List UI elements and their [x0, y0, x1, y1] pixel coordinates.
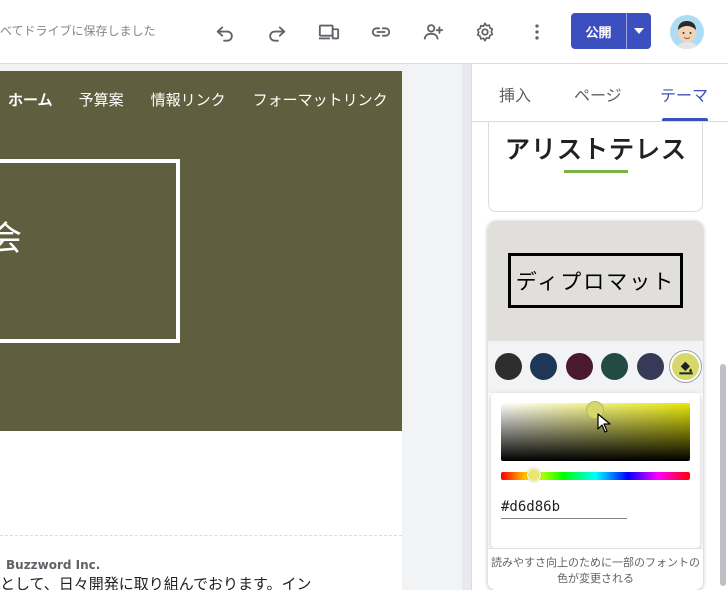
undo-button[interactable] — [209, 16, 241, 48]
hue-slider[interactable] — [501, 468, 690, 482]
site-title-frame[interactable] — [0, 159, 180, 343]
panel-tabs: 挿入 ページ テーマ — [472, 64, 728, 122]
active-tab-indicator — [662, 118, 708, 121]
settings-gear-icon — [476, 22, 494, 42]
share-person-add-icon — [423, 24, 444, 40]
redo-button[interactable] — [261, 16, 293, 48]
site-page-preview: ホーム 予算案 情報リンク フォーマットリンク 会 Buzzword Inc. … — [0, 71, 402, 590]
color-swatch-charcoal[interactable] — [495, 353, 522, 380]
section-divider — [0, 535, 402, 536]
side-panel: 挿入 ページ テーマ アリストテレス ディプロマット #d6d86b 読みやすさ… — [471, 64, 728, 590]
saturation-value-area[interactable] — [501, 401, 690, 461]
mouse-cursor-icon — [597, 413, 611, 433]
hue-slider-handle[interactable] — [527, 468, 541, 482]
preview-devices-button[interactable] — [313, 16, 345, 48]
undo-icon — [216, 26, 233, 42]
settings-button[interactable] — [469, 16, 501, 48]
share-button[interactable] — [417, 16, 449, 48]
site-title-text: 会 — [0, 219, 22, 259]
color-swatch-navy[interactable] — [530, 353, 557, 380]
publish-button-group: 公開 — [571, 13, 651, 49]
link-button[interactable] — [365, 16, 397, 48]
save-status: べてドライブに保存しました — [0, 24, 156, 38]
more-vert-icon — [535, 24, 539, 40]
panel-scrollbar-thumb[interactable] — [720, 364, 726, 586]
color-swatch-teal[interactable] — [601, 353, 628, 380]
body-text[interactable]: として、日々開発に取り組んでおります。イン — [0, 573, 312, 590]
paint-bucket-icon — [678, 361, 693, 374]
nav-item-info-links[interactable]: 情報リンク — [151, 89, 226, 110]
publish-button[interactable]: 公開 — [571, 13, 626, 49]
link-icon — [371, 27, 391, 37]
company-name: Buzzword Inc. — [6, 558, 101, 572]
canvas-scrollbar[interactable] — [462, 64, 471, 590]
tab-themes[interactable]: テーマ — [660, 82, 708, 106]
tab-insert[interactable]: 挿入 — [499, 82, 531, 106]
avatar-face-icon — [676, 21, 698, 49]
color-swatch-custom[interactable] — [672, 353, 699, 380]
color-picker-popup — [491, 393, 700, 548]
nav-item-budget[interactable]: 予算案 — [79, 89, 124, 110]
tab-pages[interactable]: ページ — [574, 82, 622, 106]
theme-title-aristotle: アリストテレス — [505, 135, 688, 164]
redo-icon — [269, 26, 286, 42]
more-options-button[interactable] — [521, 16, 553, 48]
theme-card-aristotle[interactable]: アリストテレス — [488, 122, 703, 212]
theme-preview-diplomat: ディプロマット — [488, 221, 703, 341]
readability-note: 読みやすさ向上のために一部のフォントの色が変更される — [488, 548, 703, 590]
editor-toolbar: べてドライブに保存しました 公開 — [0, 0, 728, 64]
site-navigation: ホーム 予算案 情報リンク フォーマットリンク — [8, 89, 415, 110]
preview-devices-icon — [318, 24, 340, 40]
theme-title-diplomat: ディプロマット — [508, 253, 683, 308]
account-avatar[interactable] — [670, 15, 704, 49]
theme-accent-line — [564, 170, 628, 173]
nav-item-home[interactable]: ホーム — [8, 89, 53, 110]
theme-card-diplomat[interactable]: ディプロマット 読みやすさ向上のために一部のフォントの色が変更される — [488, 221, 703, 590]
publish-options-button[interactable] — [627, 13, 651, 49]
hex-color-input[interactable] — [501, 495, 627, 519]
color-swatch-row — [488, 341, 703, 393]
caret-down-icon — [634, 28, 644, 34]
site-header-banner[interactable]: ホーム 予算案 情報リンク フォーマットリンク 会 — [0, 71, 402, 431]
color-swatch-slate[interactable] — [637, 353, 664, 380]
color-swatch-burgundy[interactable] — [566, 353, 593, 380]
nav-item-format-links[interactable]: フォーマットリンク — [253, 89, 388, 110]
